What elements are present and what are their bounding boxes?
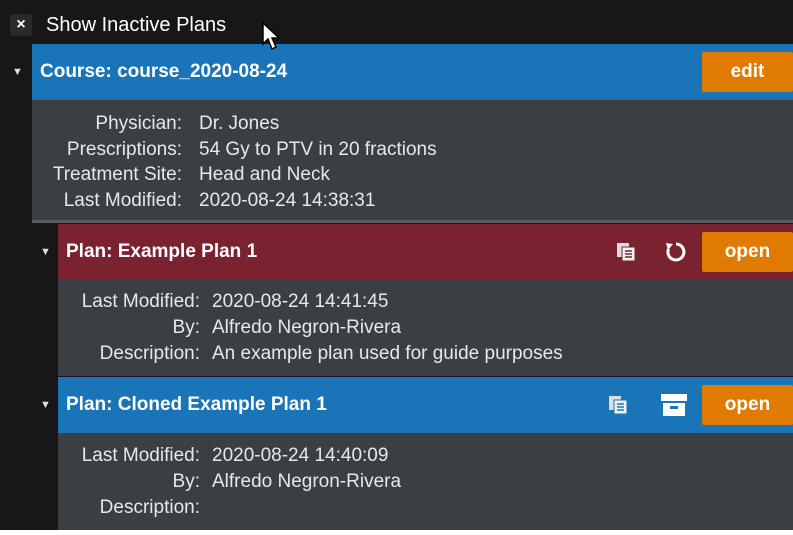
open-plan-1-button[interactable]: open (702, 232, 793, 272)
plan-2-description-label: Description: (99, 497, 200, 518)
plan-2-details: Last Modified: 2020-08-24 14:40:09 By: A… (58, 433, 793, 530)
course-treatment-site-row: Treatment Site: Head and Neck (32, 163, 793, 187)
copy-icon[interactable] (606, 393, 630, 417)
plan-1-last-modified-value: 2020-08-24 14:41:45 (212, 291, 389, 312)
plan-1-description-value: An example plan used for guide purposes (212, 343, 563, 364)
course-details: Physician: Dr. Jones Prescriptions: 54 G… (32, 100, 793, 220)
plan-1-title: Plan: Example Plan 1 (66, 241, 258, 262)
course-last-modified-label: Last Modified: (63, 190, 182, 211)
course-prescriptions-row: Prescriptions: 54 Gy to PTV in 20 fracti… (32, 138, 793, 162)
plan-2-collapse-caret[interactable]: ▼ (40, 399, 51, 411)
open-plan-2-button[interactable]: open (702, 385, 793, 425)
treatment-site-value: Head and Neck (199, 164, 330, 185)
close-icon: × (16, 16, 26, 33)
plan-1-description-label: Description: (99, 343, 200, 364)
plan-2-last-modified-label: Last Modified: (81, 445, 200, 466)
prescriptions-value: 54 Gy to PTV in 20 fractions (199, 139, 437, 160)
plan-2-header[interactable]: Plan: Cloned Example Plan 1 open (58, 377, 793, 433)
plan-2-description-row: Description: (58, 496, 793, 520)
restore-icon[interactable] (664, 240, 688, 264)
plan-2-by-row: By: Alfredo Negron-Rivera (58, 470, 793, 494)
plan-1-details: Last Modified: 2020-08-24 14:41:45 By: A… (58, 280, 793, 376)
plan-2-last-modified-row: Last Modified: 2020-08-24 14:40:09 (58, 444, 793, 468)
physician-label: Physician: (95, 113, 182, 134)
plan-2-by-label: By: (172, 471, 200, 492)
copy-icon[interactable] (614, 240, 638, 264)
mouse-cursor-icon (262, 21, 282, 52)
show-inactive-label[interactable]: Show Inactive Plans (46, 13, 226, 37)
plan-1-header[interactable]: Plan: Example Plan 1 open (58, 224, 793, 280)
edit-course-button[interactable]: edit (702, 52, 793, 92)
course-last-modified-value: 2020-08-24 14:38:31 (199, 190, 376, 211)
divider (32, 220, 793, 223)
plan-1-by-label: By: (172, 317, 200, 338)
course-physician-row: Physician: Dr. Jones (32, 112, 793, 136)
plan-2-last-modified-value: 2020-08-24 14:40:09 (212, 445, 389, 466)
plan-1-description-row: Description: An example plan used for gu… (58, 342, 793, 366)
course-header[interactable]: Course: course_2020-08-24 edit (32, 44, 793, 100)
treatment-site-label: Treatment Site: (52, 164, 182, 185)
plan-2-by-value: Alfredo Negron-Rivera (212, 471, 402, 492)
plan-1-by-row: By: Alfredo Negron-Rivera (58, 316, 793, 340)
physician-value: Dr. Jones (199, 113, 280, 134)
prescriptions-label: Prescriptions: (66, 139, 182, 160)
plan-1-by-value: Alfredo Negron-Rivera (212, 317, 402, 338)
plans-panel: × Show Inactive Plans ▼ Course: course_2… (0, 0, 793, 530)
toolbar: × Show Inactive Plans (0, 0, 793, 44)
plan-2-title: Plan: Cloned Example Plan 1 (66, 394, 327, 415)
plan-1-collapse-caret[interactable]: ▼ (40, 246, 51, 258)
archive-icon[interactable] (660, 392, 688, 418)
show-inactive-toggle[interactable]: × (10, 14, 32, 36)
course-collapse-caret[interactable]: ▼ (12, 66, 23, 78)
course-title: Course: course_2020-08-24 (40, 61, 288, 82)
plan-1-last-modified-label: Last Modified: (81, 291, 200, 312)
plan-1-last-modified-row: Last Modified: 2020-08-24 14:41:45 (58, 290, 793, 314)
course-last-modified-row: Last Modified: 2020-08-24 14:38:31 (32, 189, 793, 213)
